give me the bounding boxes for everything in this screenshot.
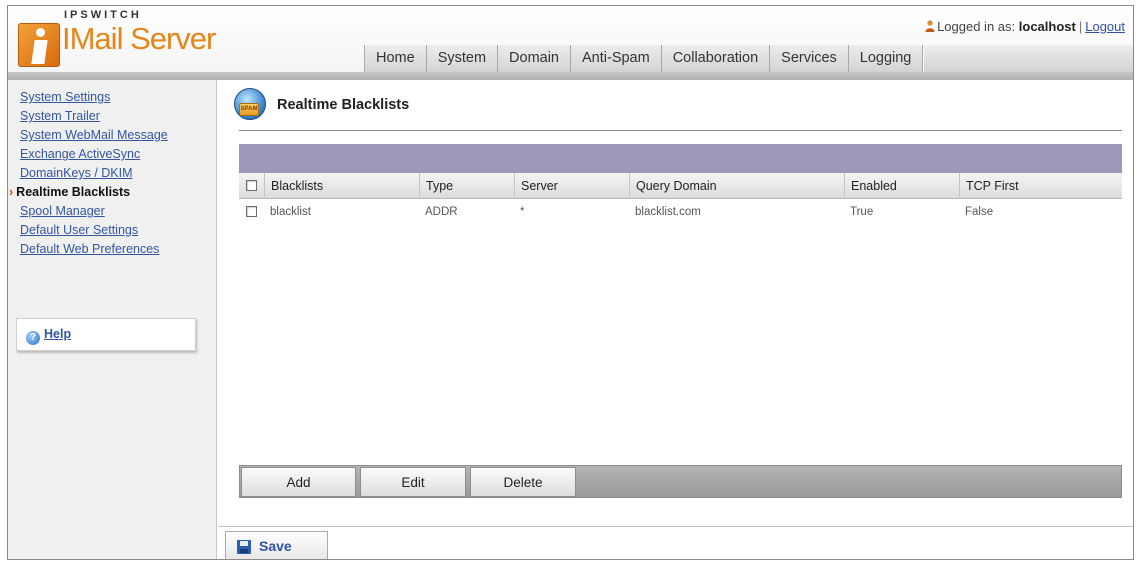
app-frame: IPSWITCH IMail Server Logged in as: loca… <box>7 5 1134 560</box>
logo-badge-icon <box>18 23 60 67</box>
sidebar-item-default-web-preferences[interactable]: Default Web Preferences <box>20 240 168 259</box>
sidebar-nav: System Settings System Trailer System We… <box>9 88 168 259</box>
delete-button[interactable]: Delete <box>470 467 576 497</box>
user-status: Logged in as: localhost | Logout <box>925 19 1125 34</box>
sidebar-item-domainkeys-dkim[interactable]: DomainKeys / DKIM <box>20 164 168 183</box>
sidebar-item-system-webmail-message[interactable]: System WebMail Message <box>20 126 168 145</box>
help-link[interactable]: ? Help <box>26 327 71 345</box>
save-label: Save <box>259 538 292 554</box>
spam-globe-icon: SPAM <box>234 88 266 120</box>
edit-button[interactable]: Edit <box>360 467 466 497</box>
sidebar-item-exchange-activesync[interactable]: Exchange ActiveSync <box>20 145 168 164</box>
footer-divider <box>218 526 1133 527</box>
header-divider <box>8 72 1133 80</box>
logo: IPSWITCH IMail Server <box>14 9 259 71</box>
active-marker-icon: › <box>9 185 14 199</box>
table-row[interactable]: blacklist ADDR * blacklist.com True Fals… <box>239 200 1122 224</box>
column-header-blacklists[interactable]: Blacklists <box>264 173 419 199</box>
sidebar-item-spool-manager[interactable]: Spool Manager <box>20 202 168 221</box>
nav-services[interactable]: Services <box>770 45 849 72</box>
save-button[interactable]: Save <box>225 531 328 559</box>
nav-filler <box>923 45 1133 72</box>
nav-anti-spam[interactable]: Anti-Spam <box>571 45 662 72</box>
column-header-server[interactable]: Server <box>514 173 629 199</box>
cell-type: ADDR <box>425 206 458 218</box>
cell-tcp-first: False <box>965 206 994 218</box>
nav-domain[interactable]: Domain <box>498 45 571 72</box>
cell-query-domain: blacklist.com <box>635 206 701 218</box>
top-nav: Home System Domain Anti-Spam Collaborati… <box>364 45 1133 72</box>
cell-server: * <box>520 206 525 218</box>
table-header: Blacklists Type Server Query Domain Enab… <box>239 173 1122 199</box>
logo-product-name: IMail Server <box>62 21 216 56</box>
title-divider <box>239 130 1122 131</box>
help-box: ? Help <box>16 318 196 351</box>
user-separator: | <box>1078 19 1083 34</box>
add-button[interactable]: Add <box>241 467 356 497</box>
cell-blacklist-name: blacklist <box>270 206 311 218</box>
floppy-disk-icon <box>237 540 251 554</box>
nav-home[interactable]: Home <box>365 45 427 72</box>
main-content: SPAM Realtime Blacklists Blacklists Type… <box>218 80 1133 559</box>
column-header-type[interactable]: Type <box>419 173 514 199</box>
column-header-enabled[interactable]: Enabled <box>844 173 959 199</box>
sidebar-item-default-user-settings[interactable]: Default User Settings <box>20 221 168 240</box>
help-icon: ? <box>26 331 40 345</box>
logged-in-label: Logged in as: <box>937 19 1016 34</box>
help-label: Help <box>44 327 72 341</box>
sidebar-item-system-trailer[interactable]: System Trailer <box>20 107 168 126</box>
header: IPSWITCH IMail Server Logged in as: loca… <box>8 6 1133 72</box>
sidebar-item-realtime-blacklists[interactable]: › Realtime Blacklists <box>9 183 168 202</box>
username: localhost <box>1018 19 1076 34</box>
sidebar: System Settings System Trailer System We… <box>8 80 217 559</box>
nav-system[interactable]: System <box>427 45 499 72</box>
cell-enabled: True <box>850 206 874 218</box>
nav-collaboration[interactable]: Collaboration <box>662 45 771 72</box>
select-all-checkbox[interactable] <box>246 180 257 191</box>
action-bar: Add Edit Delete <box>239 465 1122 498</box>
page-title: Realtime Blacklists <box>277 97 410 113</box>
logo-brand: IPSWITCH <box>64 9 142 21</box>
column-header-tcp-first[interactable]: TCP First <box>959 173 1122 199</box>
row-checkbox[interactable] <box>246 206 257 217</box>
sidebar-item-system-settings[interactable]: System Settings <box>20 88 168 107</box>
nav-logging[interactable]: Logging <box>849 45 924 72</box>
user-icon <box>925 20 935 32</box>
table-toolbar-band <box>239 144 1122 173</box>
logout-link[interactable]: Logout <box>1085 19 1125 34</box>
sidebar-item-label: Realtime Blacklists <box>16 185 131 199</box>
column-header-query-domain[interactable]: Query Domain <box>629 173 844 199</box>
